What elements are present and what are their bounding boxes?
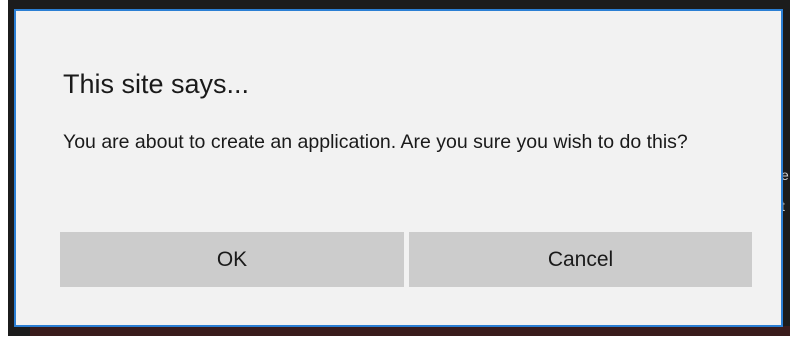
page-backdrop-strip <box>30 326 790 336</box>
dialog-title: This site says... <box>63 69 250 99</box>
ok-button[interactable]: OK <box>60 232 404 287</box>
confirm-dialog: This site says... You are about to creat… <box>14 9 783 327</box>
cancel-button[interactable]: Cancel <box>409 232 752 287</box>
dialog-message: You are about to create an application. … <box>63 131 688 153</box>
